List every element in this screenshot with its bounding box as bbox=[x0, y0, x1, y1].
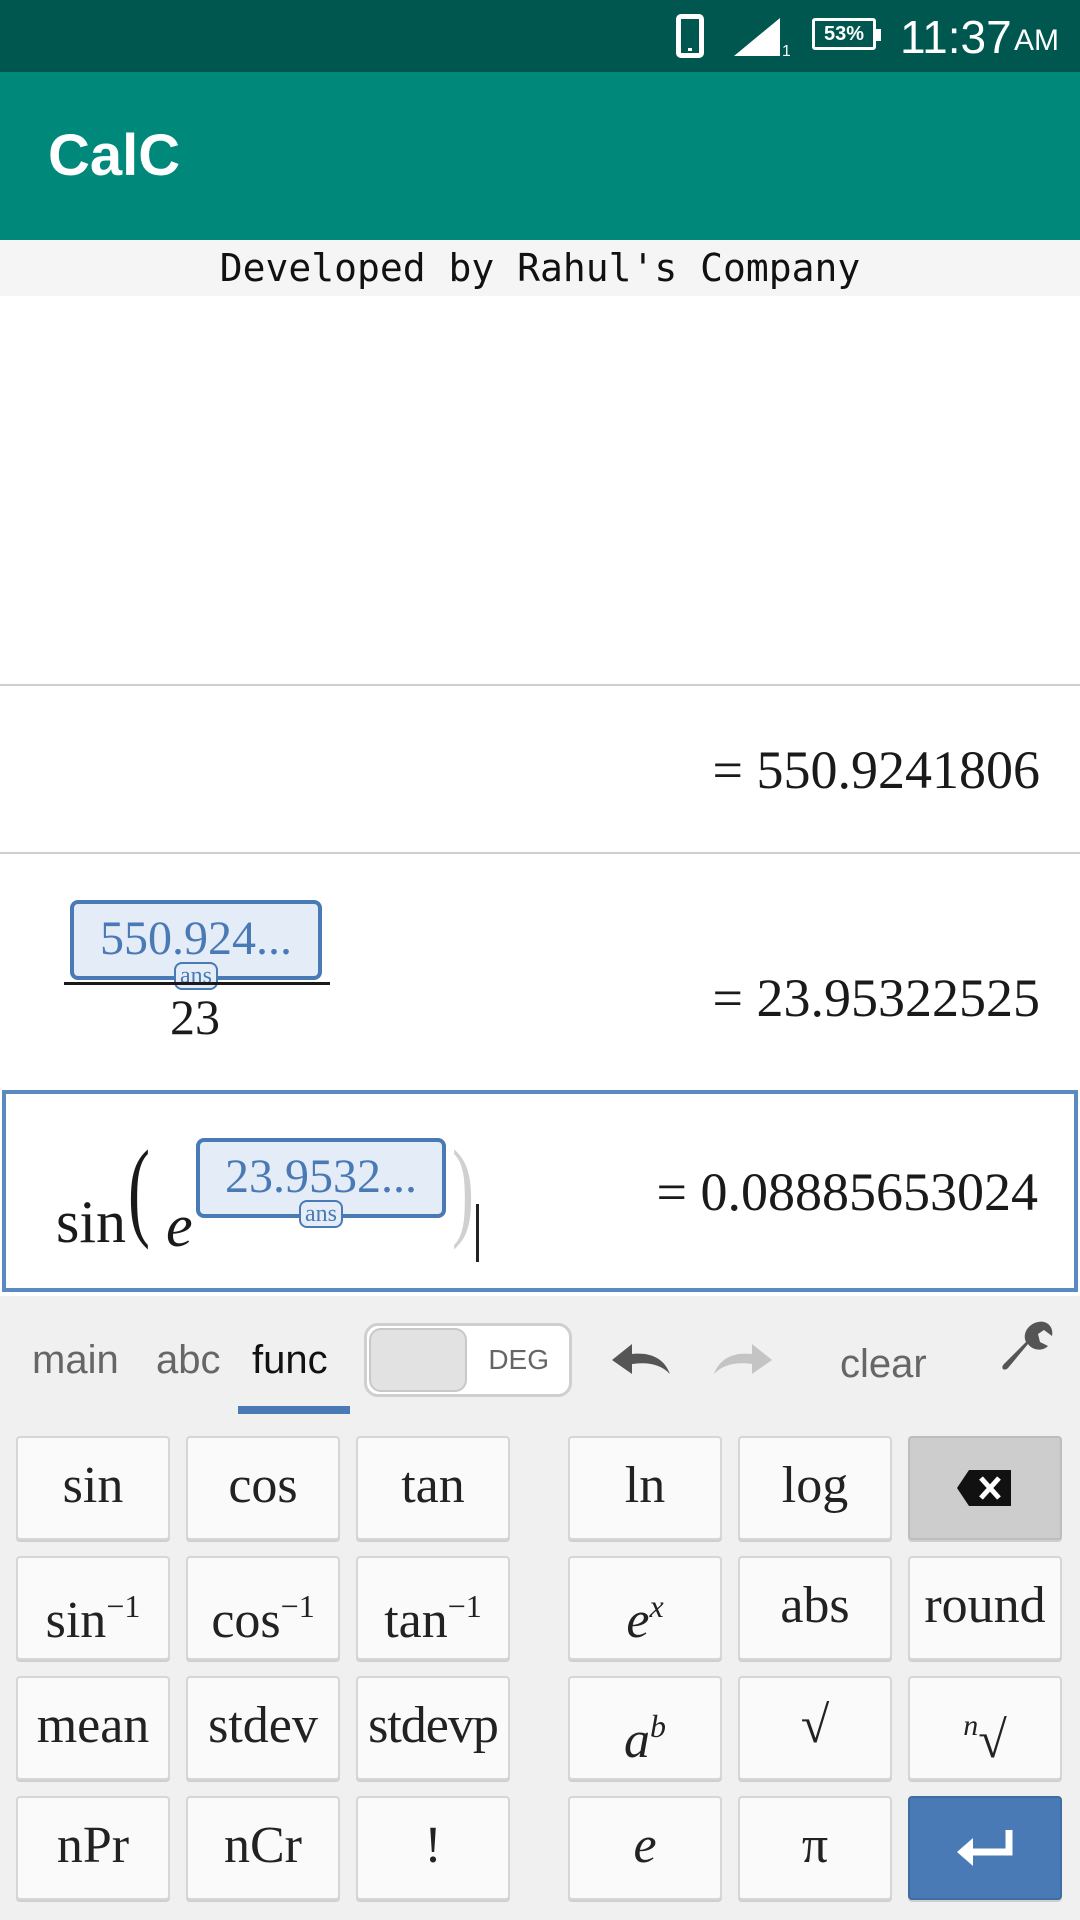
key-exponent: b bbox=[650, 1708, 666, 1744]
key-stdevp[interactable]: stdevp bbox=[356, 1676, 510, 1780]
key-label: abs bbox=[780, 1577, 850, 1634]
key-power[interactable]: ab bbox=[568, 1676, 722, 1780]
key-label: round bbox=[924, 1577, 1046, 1634]
key-factorial[interactable]: ! bbox=[356, 1796, 510, 1900]
key-ln[interactable]: ln bbox=[568, 1436, 722, 1540]
battery-level: 53% bbox=[823, 23, 865, 45]
key-stdev[interactable]: stdev bbox=[186, 1676, 340, 1780]
developer-note: Developed by Rahul's Company bbox=[0, 240, 1080, 296]
key-log[interactable]: log bbox=[738, 1436, 892, 1540]
clear-button[interactable]: clear bbox=[840, 1336, 927, 1392]
ans-token[interactable]: 550.924... ans bbox=[70, 900, 322, 990]
history-row[interactable]: 550.924... ans 23 = 23.95322525 bbox=[0, 854, 1080, 1088]
key-label: tan bbox=[384, 1592, 448, 1649]
key-label: sin bbox=[62, 1457, 124, 1514]
sqrt-icon: √ bbox=[800, 1697, 830, 1754]
tab-func[interactable]: func bbox=[252, 1330, 328, 1390]
key-base: a bbox=[624, 1712, 650, 1769]
close-paren-placeholder: ) bbox=[452, 1128, 474, 1250]
key-arccos[interactable]: cos−1 bbox=[186, 1556, 340, 1660]
current-input[interactable]: sin ( e 23.9532... ans ) = 0.08885653024 bbox=[2, 1090, 1078, 1292]
redo-icon[interactable] bbox=[710, 1330, 780, 1390]
signal-icon: 1 bbox=[734, 18, 790, 58]
angle-mode-toggle[interactable]: DEG bbox=[364, 1323, 572, 1397]
key-label: stdevp bbox=[368, 1697, 499, 1754]
tab-main[interactable]: main bbox=[32, 1330, 119, 1390]
ans-label: ans bbox=[299, 1200, 343, 1228]
nth-root-icon: √ bbox=[978, 1712, 1007, 1769]
active-tab-indicator bbox=[238, 1406, 350, 1414]
key-mean[interactable]: mean bbox=[16, 1676, 170, 1780]
clock-time: 11:37 bbox=[900, 11, 1012, 63]
key-nth-root[interactable]: n√ bbox=[908, 1676, 1062, 1780]
key-exponent: −1 bbox=[447, 1588, 482, 1624]
backspace-button[interactable] bbox=[908, 1436, 1062, 1540]
phone-icon bbox=[676, 14, 704, 58]
enter-icon bbox=[957, 1830, 1013, 1866]
key-label: log bbox=[781, 1457, 849, 1514]
key-label: stdev bbox=[208, 1697, 318, 1754]
key-sin[interactable]: sin bbox=[16, 1436, 170, 1540]
key-exponent: x bbox=[649, 1588, 664, 1624]
ans-label: ans bbox=[174, 962, 218, 990]
svg-text:1: 1 bbox=[782, 43, 790, 58]
key-exponent: −1 bbox=[280, 1588, 315, 1624]
key-exponent: −1 bbox=[106, 1588, 141, 1624]
app-title: CalC bbox=[48, 123, 181, 188]
backspace-icon bbox=[957, 1470, 1011, 1506]
key-label: nPr bbox=[56, 1817, 130, 1874]
ans-token[interactable]: 23.9532... ans bbox=[196, 1138, 446, 1228]
battery-icon: 53% bbox=[812, 18, 881, 50]
angle-mode-label: DEG bbox=[488, 1344, 549, 1375]
key-label: sin bbox=[45, 1592, 107, 1649]
key-npr[interactable]: nPr bbox=[16, 1796, 170, 1900]
open-paren: ( bbox=[128, 1128, 150, 1250]
key-label: cos bbox=[228, 1457, 298, 1514]
key-label: mean bbox=[36, 1697, 150, 1754]
key-label: e bbox=[633, 1817, 657, 1874]
key-tan[interactable]: tan bbox=[356, 1436, 510, 1540]
status-bar: 1 53% 11:37 AM bbox=[0, 0, 1080, 72]
key-arcsin[interactable]: sin−1 bbox=[16, 1556, 170, 1660]
history-result: = 550.9241806 bbox=[712, 740, 1040, 800]
key-label: nCr bbox=[224, 1817, 302, 1874]
current-result: = 0.08885653024 bbox=[656, 1162, 1038, 1222]
fraction-bar bbox=[64, 982, 330, 985]
key-arctan[interactable]: tan−1 bbox=[356, 1556, 510, 1660]
key-base: e bbox=[626, 1592, 650, 1649]
ans-value: 550.924... bbox=[100, 912, 292, 965]
tab-abc[interactable]: abc bbox=[156, 1330, 221, 1390]
ans-value: 23.9532... bbox=[225, 1150, 417, 1203]
undo-icon[interactable] bbox=[604, 1330, 674, 1390]
key-label: ! bbox=[424, 1817, 442, 1874]
key-exp[interactable]: ex bbox=[568, 1556, 722, 1660]
key-label: cos bbox=[211, 1592, 281, 1649]
key-abs[interactable]: abs bbox=[738, 1556, 892, 1660]
key-e[interactable]: e bbox=[568, 1796, 722, 1900]
clock-ampm: AM bbox=[1014, 24, 1059, 57]
denominator: 23 bbox=[170, 989, 220, 1045]
key-pi[interactable]: π bbox=[738, 1796, 892, 1900]
app-bar: CalC bbox=[0, 72, 1080, 240]
toggle-knob bbox=[369, 1328, 467, 1392]
enter-button[interactable] bbox=[908, 1796, 1062, 1900]
history-row[interactable]: 122 · 3√56 = 550.9241806 bbox=[0, 686, 1080, 1513]
settings-wrench-icon[interactable] bbox=[998, 1318, 1056, 1376]
text-cursor bbox=[476, 1204, 479, 1262]
key-index: n bbox=[963, 1709, 979, 1742]
key-label: ln bbox=[624, 1457, 666, 1514]
history-result: = 23.95322525 bbox=[712, 968, 1040, 1028]
key-ncr[interactable]: nCr bbox=[186, 1796, 340, 1900]
key-cos[interactable]: cos bbox=[186, 1436, 340, 1540]
key-label: π bbox=[801, 1817, 829, 1874]
key-sqrt[interactable]: √ bbox=[738, 1676, 892, 1780]
key-round[interactable]: round bbox=[908, 1556, 1062, 1660]
exp-base: e bbox=[166, 1193, 193, 1259]
func-name: sin bbox=[56, 1189, 127, 1255]
key-label: tan bbox=[401, 1457, 465, 1514]
